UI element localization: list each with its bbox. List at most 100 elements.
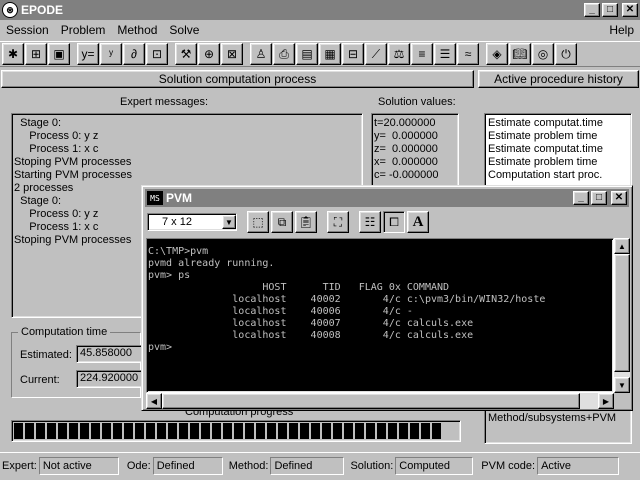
paste-icon[interactable]: 📋︎ [295, 211, 317, 233]
procedure-history-list[interactable]: Estimate computat.time Estimate problem … [484, 113, 632, 191]
progress-segment [245, 423, 254, 439]
font-size-select[interactable]: 7 x 12 ▼ [147, 213, 237, 231]
progress-segment [256, 423, 265, 439]
table-icon[interactable]: ▤ [296, 43, 318, 65]
font-icon[interactable]: A [407, 211, 429, 233]
save-icon[interactable]: ▣ [48, 43, 70, 65]
console-vertical-scrollbar[interactable]: ▲ ▼ [614, 238, 630, 393]
pvm-window[interactable]: MS PVM _ □ ✕ 7 x 12 ▼ ⬚ ⧉ 📋︎ ⛶ ☷ ⧠ A C:\… [141, 185, 633, 411]
target-icon[interactable]: ◎ [532, 43, 554, 65]
ode-icon[interactable]: ∂ [123, 43, 145, 65]
history-item[interactable]: Estimate computat.time [488, 143, 628, 156]
scroll-left-icon[interactable]: ◀ [146, 393, 162, 409]
expert-message-line: Process 1: x c [14, 143, 99, 155]
background-icon[interactable]: ⧠ [383, 211, 405, 233]
hammer-icon[interactable]: ⚒ [175, 43, 197, 65]
status-method-value: Defined [270, 456, 345, 475]
close-button[interactable]: ✕ [622, 3, 638, 17]
progress-segment [410, 423, 419, 439]
scroll-down-icon[interactable]: ▼ [614, 377, 630, 393]
pvm-console-output[interactable]: C:\TMP>pvm pvmd already running. pvm> ps… [146, 238, 614, 393]
status-pvm-label: PVM code: [481, 459, 536, 472]
status-bar: Expert: Not active Ode: Defined Method: … [0, 452, 640, 478]
progress-segment [124, 423, 133, 439]
pvm-minimize-button[interactable]: _ [573, 191, 589, 205]
progress-segment [311, 423, 320, 439]
progress-segment [234, 423, 243, 439]
diamond-icon[interactable]: ◈ [486, 43, 508, 65]
open-problem-icon[interactable]: ⊞ [25, 43, 47, 65]
pvm-title-bar[interactable]: MS PVM _ □ ✕ [145, 189, 629, 207]
exit-icon[interactable]: ⏻ [555, 43, 577, 65]
pvm-maximize-button[interactable]: □ [591, 191, 607, 205]
menu-method[interactable]: Method [111, 23, 163, 37]
pvm-close-button[interactable]: ✕ [611, 191, 627, 205]
menu-problem[interactable]: Problem [55, 23, 112, 37]
horizontal-scroll-thumb[interactable] [162, 393, 580, 409]
progress-segment [168, 423, 177, 439]
book-icon[interactable]: 📖︎ [509, 43, 531, 65]
chevron-down-icon[interactable]: ▼ [222, 215, 236, 229]
wizard-icon[interactable]: ⊕ [198, 43, 220, 65]
progress-segment [278, 423, 287, 439]
progress-segment [333, 423, 342, 439]
function-y-icon[interactable]: y= [77, 43, 99, 65]
menu-solve[interactable]: Solve [163, 23, 205, 37]
console-horizontal-scrollbar[interactable]: ◀ ▶ [146, 393, 614, 409]
history-item[interactable]: Estimate problem time [488, 156, 628, 169]
progress-segment [355, 423, 364, 439]
pendulum-icon[interactable]: ⚖ [388, 43, 410, 65]
status-solution-value: Computed [395, 456, 474, 475]
balance-icon[interactable]: ≡ [411, 43, 433, 65]
progress-segment [58, 423, 67, 439]
structure-icon[interactable]: ⊟ [342, 43, 364, 65]
pvm-toolbar: 7 x 12 ▼ ⬚ ⧉ 📋︎ ⛶ ☷ ⧠ A [145, 209, 629, 235]
history-item[interactable]: Estimate problem time [488, 130, 628, 143]
copy-icon[interactable]: ⧉ [271, 211, 293, 233]
mark-icon[interactable]: ⬚ [247, 211, 269, 233]
expert-message-line: Stage 0: [14, 117, 62, 129]
progress-segment [421, 423, 430, 439]
maximize-button[interactable]: □ [602, 3, 618, 17]
epode-logo-icon[interactable]: ⊛ [2, 2, 18, 18]
app-title: EPODE [21, 3, 64, 17]
new-session-icon[interactable]: ✱ [2, 43, 24, 65]
equation-icon[interactable]: ʸ [100, 43, 122, 65]
fullscreen-icon[interactable]: ⛶ [327, 211, 349, 233]
computation-progress-bar [11, 420, 461, 442]
menu-help[interactable]: Help [603, 23, 640, 37]
computation-time-group [11, 332, 141, 398]
main-toolbar: ✱ ⊞ ▣ y= ʸ ∂ ⊡ ⚒ ⊕ ⊠ ♙ ⎙ ▤ ▦ ⊟ ⟋ ⚖ ≡ ☰ ≈… [0, 41, 640, 67]
person-icon[interactable]: ♙ [250, 43, 272, 65]
spring-icon[interactable]: ≈ [457, 43, 479, 65]
ms-dos-icon[interactable]: MS [147, 191, 163, 205]
progress-segment [47, 423, 56, 439]
grid-icon[interactable]: ▦ [319, 43, 341, 65]
solution-panel-header: Solution computation process [1, 70, 474, 88]
progress-segment [267, 423, 276, 439]
equalizer-icon[interactable]: ☰ [434, 43, 456, 65]
progress-segment [102, 423, 111, 439]
menu-session[interactable]: Session [0, 23, 55, 37]
scroll-up-icon[interactable]: ▲ [614, 238, 630, 254]
plot-icon[interactable]: ⟋ [365, 43, 387, 65]
history-item[interactable]: Estimate computat.time [488, 117, 628, 130]
minimize-button[interactable]: _ [584, 3, 600, 17]
method-icon[interactable]: ⊠ [221, 43, 243, 65]
pvm-window-title: PVM [166, 191, 193, 205]
history-item[interactable]: Computation start proc. [488, 169, 628, 182]
properties-icon[interactable]: ☷ [359, 211, 381, 233]
progress-segment [14, 423, 23, 439]
graph-icon[interactable]: ⊡ [146, 43, 168, 65]
progress-segment [91, 423, 100, 439]
progress-segment [388, 423, 397, 439]
progress-segment [223, 423, 232, 439]
solution-value-line: x= 0.000000 [374, 156, 438, 168]
progress-segment [212, 423, 221, 439]
printer-icon[interactable]: ⎙ [273, 43, 295, 65]
scroll-right-icon[interactable]: ▶ [598, 393, 614, 409]
history-method-item[interactable]: Method/subsystems+PVM [484, 408, 632, 444]
vertical-scroll-thumb[interactable] [614, 254, 630, 372]
expert-message-line: Process 0: y z [14, 130, 99, 142]
computation-time-legend: Computation time [18, 326, 111, 338]
